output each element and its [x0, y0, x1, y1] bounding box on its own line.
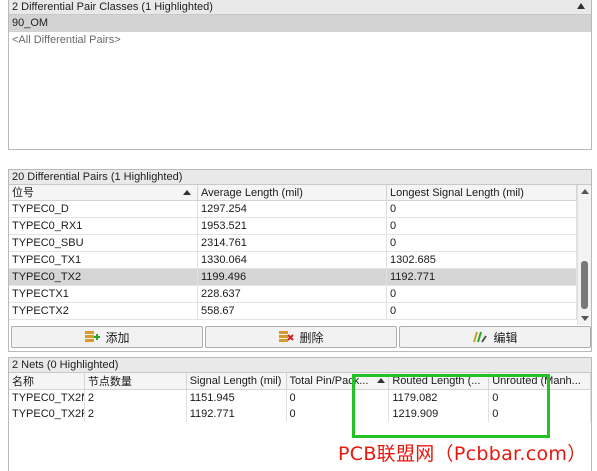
table-row[interactable]: TYPEC0_TX1 1330.064 1302.685 — [9, 252, 577, 269]
cell-longest: 1302.685 — [387, 252, 577, 268]
cell-average: 1199.496 — [198, 269, 387, 285]
sort-ascending-icon — [183, 190, 191, 195]
edit-icon — [473, 331, 488, 343]
table-row-selected[interactable]: TYPEC0_TX2 1199.496 1192.771 — [9, 269, 577, 286]
cell-signal-length: 1151.945 — [187, 390, 287, 406]
edit-button[interactable]: 编辑 — [399, 326, 591, 348]
class-row-all-pairs[interactable]: <All Differential Pairs> — [9, 32, 591, 49]
cell-average: 558.67 — [198, 303, 387, 319]
table-row[interactable]: TYPEC0_D 1297.254 0 — [9, 201, 577, 218]
col-header-designator-label: 位号 — [12, 186, 34, 199]
cell-average: 1297.254 — [198, 201, 387, 217]
classes-panel-header: 2 Differential Pair Classes (1 Highlight… — [9, 0, 591, 15]
edit-button-label: 编辑 — [493, 330, 518, 345]
add-button-label: 添加 — [105, 330, 130, 345]
add-icon — [85, 331, 101, 342]
delete-icon — [279, 331, 295, 342]
add-button[interactable]: 添加 — [11, 326, 203, 348]
col-header-longest-length[interactable]: Longest Signal Length (mil) — [387, 185, 577, 200]
cell-longest: 0 — [387, 303, 577, 319]
cell-name: TYPECTX2 — [9, 303, 198, 319]
watermark-text: PCB联盟网（Pcbbar.com） — [338, 443, 587, 465]
classes-panel-title: 2 Differential Pair Classes (1 Highlight… — [12, 1, 213, 13]
delete-button[interactable]: 删除 — [205, 326, 397, 348]
pairs-button-bar: 添加 删除 编辑 — [11, 326, 591, 348]
col-header-signal-length[interactable]: Signal Length (mil) — [187, 373, 287, 389]
cell-name: TYPEC0_RX1 — [9, 218, 198, 234]
table-row[interactable]: TYPECTX1 228.637 0 — [9, 286, 577, 303]
diff-pair-classes-panel: 2 Differential Pair Classes (1 Highlight… — [8, 0, 592, 150]
cell-average: 2314.761 — [198, 235, 387, 251]
cell-name: TYPEC0_SBU — [9, 235, 198, 251]
cell-longest: 0 — [387, 218, 577, 234]
col-header-average-length[interactable]: Average Length (mil) — [198, 185, 387, 200]
table-row[interactable]: TYPECTX2 558.67 0 — [9, 303, 577, 320]
cell-average: 228.637 — [198, 286, 387, 302]
cell-node-count: 2 — [85, 390, 187, 406]
highlight-annotation-box — [352, 374, 550, 438]
cell-longest: 0 — [387, 286, 577, 302]
nets-panel-title: 2 Nets (0 Highlighted) — [12, 359, 119, 371]
cell-net-name: TYPEC0_TX2N ( — [9, 390, 85, 406]
pairs-panel-title: 20 Differential Pairs (1 Highlighted) — [12, 171, 183, 183]
cell-average: 1953.521 — [198, 218, 387, 234]
nets-panel-header: 2 Nets (0 Highlighted) — [9, 358, 591, 373]
cell-signal-length: 1192.771 — [187, 406, 287, 422]
scrollbar-thumb[interactable] — [581, 261, 588, 309]
pairs-grid: 位号 Average Length (mil) Longest Signal L… — [9, 185, 577, 320]
pairs-grid-header: 位号 Average Length (mil) Longest Signal L… — [9, 185, 577, 201]
scroll-down-icon[interactable] — [581, 316, 589, 321]
cell-longest: 0 — [387, 235, 577, 251]
class-row-90-om[interactable]: 90_OM — [9, 15, 591, 32]
cell-longest: 1192.771 — [387, 269, 577, 285]
cell-name: TYPEC0_TX2 — [9, 269, 198, 285]
cell-name: TYPEC0_D — [9, 201, 198, 217]
cell-name: TYPECTX1 — [9, 286, 198, 302]
scroll-up-icon[interactable] — [581, 189, 589, 194]
pairs-panel-header: 20 Differential Pairs (1 Highlighted) — [9, 170, 591, 185]
col-header-designator[interactable]: 位号 — [9, 185, 198, 200]
cell-net-name: TYPEC0_TX2P ( — [9, 406, 85, 422]
col-header-net-name[interactable]: 名称 — [9, 373, 85, 389]
cell-longest: 0 — [387, 201, 577, 217]
delete-button-label: 删除 — [299, 330, 324, 345]
cell-node-count: 2 — [85, 406, 187, 422]
cell-average: 1330.064 — [198, 252, 387, 268]
table-row[interactable]: TYPEC0_RX1 1953.521 0 — [9, 218, 577, 235]
cell-name: TYPEC0_TX1 — [9, 252, 198, 268]
table-row[interactable]: TYPEC0_SBU 2314.761 0 — [9, 235, 577, 252]
diff-pairs-panel: 20 Differential Pairs (1 Highlighted) 位号… — [8, 169, 592, 352]
col-header-node-count[interactable]: 节点数量 — [85, 373, 187, 389]
collapse-arrow-icon[interactable] — [577, 3, 585, 9]
pairs-vertical-scrollbar[interactable] — [577, 185, 591, 325]
